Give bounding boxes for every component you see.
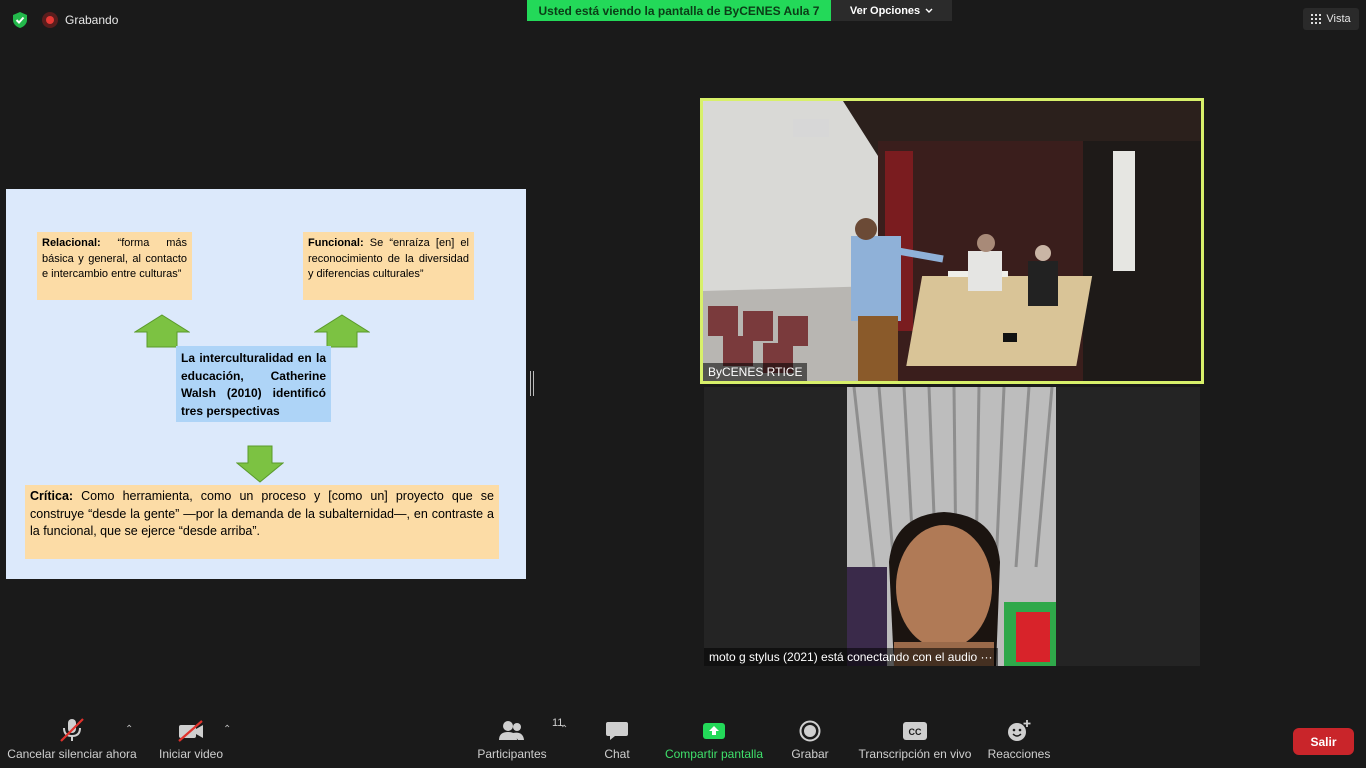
participant-name-label: ByCENES RTICE xyxy=(703,363,808,381)
share-screen-icon xyxy=(703,722,725,739)
chat-button[interactable]: Chat xyxy=(597,718,637,768)
functional-perspective-box: Funcional: Se “enraíza [en] el reconocim… xyxy=(303,232,474,300)
arrow-up-right-icon xyxy=(314,314,370,348)
critical-heading: Crítica: xyxy=(30,489,74,503)
chevron-down-icon xyxy=(925,8,933,13)
video-options-chevron-up-icon[interactable]: ⌃ xyxy=(223,724,231,735)
video-camera-off-icon xyxy=(178,719,203,742)
recording-dot-icon xyxy=(42,12,58,28)
start-video-button[interactable]: Iniciar video xyxy=(155,718,227,768)
audio-options-chevron-up-icon[interactable]: ⌃ xyxy=(125,724,133,735)
participant-video-image xyxy=(704,387,1200,666)
arrow-up-left-icon xyxy=(134,314,190,348)
record-icon xyxy=(799,720,821,741)
recording-label: Grabando xyxy=(65,13,119,27)
live-transcription-label: Transcripción en vivo xyxy=(858,747,972,761)
leave-meeting-button[interactable]: Salir xyxy=(1293,728,1354,755)
participant-video-image xyxy=(703,101,1201,381)
arrow-down-icon xyxy=(236,445,284,483)
screen-share-banner: Usted está viendo la pantalla de ByCENES… xyxy=(527,0,831,21)
participants-button[interactable]: 11 Participantes xyxy=(474,717,563,768)
chat-bubble-icon xyxy=(606,721,628,740)
cc-badge-text: CC xyxy=(909,727,922,737)
share-screen-label: Compartir pantalla xyxy=(664,747,764,761)
participants-options-chevron-up-icon[interactable]: ⌃ xyxy=(560,724,568,735)
unmute-button[interactable]: Cancelar silenciar ahora xyxy=(6,718,138,768)
shared-screen-slide: Relacional: “forma más básica y general,… xyxy=(6,189,526,579)
closed-captions-icon: CC xyxy=(903,721,927,740)
critical-perspective-box: Crítica: Como herramienta, como un proce… xyxy=(25,485,499,559)
view-layout-button[interactable]: Vista xyxy=(1303,8,1359,30)
panel-resize-handle[interactable] xyxy=(530,371,534,396)
participants-icon xyxy=(499,720,524,740)
share-screen-button[interactable]: Compartir pantalla xyxy=(660,718,768,768)
view-options-label: Ver Opciones xyxy=(849,4,921,17)
view-options-button[interactable]: Ver Opciones xyxy=(831,0,952,21)
relational-perspective-box: Relacional: “forma más básica y general,… xyxy=(37,232,192,300)
reactions-label: Reacciones xyxy=(987,747,1051,761)
functional-heading: Funcional: xyxy=(308,237,364,249)
participants-label: Participantes xyxy=(477,747,547,761)
record-button[interactable]: Grabar xyxy=(788,718,832,768)
participant-video-tile[interactable]: moto g stylus (2021) está conectando con… xyxy=(704,387,1200,666)
grid-icon xyxy=(1311,14,1322,24)
view-layout-label: Vista xyxy=(1326,13,1351,25)
microphone-muted-icon xyxy=(60,718,84,742)
record-label: Grabar xyxy=(791,747,829,761)
security-shield-icon[interactable] xyxy=(11,11,29,29)
central-concept-box: La interculturalidad en la educación, Ca… xyxy=(176,346,331,422)
chat-label: Chat xyxy=(604,747,630,761)
live-transcription-button[interactable]: CC Transcripción en vivo xyxy=(856,718,974,768)
add-reaction-icon xyxy=(1008,719,1031,741)
participant-name-label: moto g stylus (2021) está conectando con… xyxy=(704,648,998,666)
participant-video-active-speaker[interactable]: ByCENES RTICE xyxy=(700,98,1204,384)
start-video-label: Iniciar video xyxy=(158,747,224,761)
unmute-label: Cancelar silenciar ahora xyxy=(7,747,137,761)
critical-text: Como herramienta, como un proceso y [com… xyxy=(30,489,494,538)
reactions-button[interactable]: Reacciones xyxy=(986,718,1052,768)
recording-indicator[interactable]: Grabando xyxy=(42,12,118,28)
relational-heading: Relacional: xyxy=(42,237,101,249)
